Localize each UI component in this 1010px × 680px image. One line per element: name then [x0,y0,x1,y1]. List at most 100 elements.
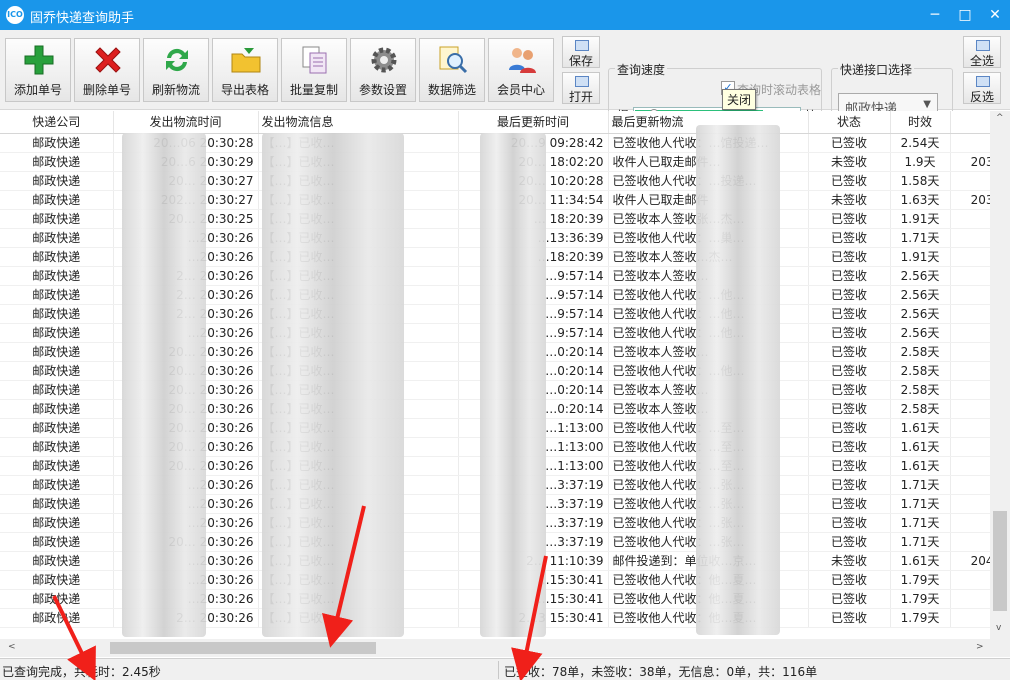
table-row[interactable]: 邮政快递 20… 20:30:25 【…】已收…… 18:20:39 已签收本人签收张… [0,209,990,229]
cell-duration: 1.71天 [890,532,951,552]
column-header-extra[interactable] [950,111,990,134]
delete-number-button[interactable]: 删除单号 [74,38,140,102]
cell-update-time: …9:57:14 [458,323,609,343]
cell-company: 邮政快递 [0,380,114,400]
select-all-button[interactable]: 全选 [963,36,1001,68]
table-row[interactable]: 邮政快递 20… 20:30:26 【…】已收… …1:13:00 已签收他人代收：…至… [0,456,990,476]
save-button[interactable]: 保存 [562,36,600,68]
table-row[interactable]: 邮政快递 20… 20:30:26 【…】已收… …3:37:19 已签收他人代收：…张… [0,532,990,552]
table-row[interactable]: 邮政快递 20… 20:30:26 【…】已收… …0:20:14 已签收本人签收… 已签… [0,399,990,419]
add-number-button[interactable]: 添加单号 [5,38,71,102]
batch-copy-button[interactable]: 批量复制 [281,38,347,102]
scroll-left-icon[interactable]: < [8,642,16,652]
open-button[interactable]: 打开 [562,72,600,104]
cell-sent-time: 20… 20:30:25 [113,209,259,229]
cell-status: 已签收 [808,399,891,419]
cell-update-info: 已签收他人代收：他…夏… [608,608,809,628]
cell-update-info: 已签收他人代收：…他… [608,304,809,324]
cell-sent-time: 2… 20:30:26 [113,304,259,324]
table-row[interactable]: 邮政快递 20…6 20:30:29 【…】已收… 20… 18:02:20 收件人已取… [0,152,990,172]
column-header-company[interactable]: 快递公司 [0,111,114,134]
data-filter-button[interactable]: 数据筛选 [419,38,485,102]
table-row[interactable]: 邮政快递 …20:30:26 【…】已收… …18:20:39 已签收本人签收…杰… 已签… [0,247,990,267]
cell-update-info: 已签收本人签收…杰… [608,247,809,267]
table-row[interactable]: 邮政快递 202… 20:30:27 【…】已收… 20… 11:34:54 收件人已取… [0,190,990,210]
cell-update-info: 已签收他人代收：…至… [608,418,809,438]
table-row[interactable]: 邮政快递 2… 20:30:26 【…】已收… …9:57:14 已签收他人代收：…他…… [0,304,990,324]
table-row[interactable]: 邮政快递 …20:30:26 【…】已收… …9:57:14 已签收他人代收：…他… 已签… [0,323,990,343]
table-row[interactable]: 邮政快递 20… 20:30:26 【…】已收… …1:13:00 已签收他人代收：…至… [0,418,990,438]
table-row[interactable]: 邮政快递 …20:30:26 【…】已收… …3:37:19 已签收他人代收：…张… 已签… [0,475,990,495]
scroll-right-icon[interactable]: > [976,642,984,652]
invert-selection-button[interactable]: 反选 [963,72,1001,104]
cell-duration: 1.58天 [890,171,951,191]
table-row[interactable]: 邮政快递 20… 20:30:26 【…】已收… …0:20:14 已签收他人代收：…他… [0,361,990,381]
refresh-logistics-button[interactable]: 刷新物流 [143,38,209,102]
cell-update-time: …0:20:14 [458,361,609,381]
table-row[interactable]: 邮政快递 20…06 20:30:28 【…】已收… 20…9 09:28:42 已签收… [0,133,990,153]
table-row[interactable]: 邮政快递 2… 20:30:26 【…】已收… …9:57:14 已签收本人签收… 已签收… [0,266,990,286]
cell-duration: 2.56天 [890,266,951,286]
cell-extra: E [950,133,990,153]
scroll-up-icon[interactable]: ^ [996,113,1004,123]
cell-duration: 2.54天 [890,133,951,153]
refresh-icon [166,48,188,72]
table-row[interactable]: 邮政快递 …20:30:26 【…】已收… 2… 11:10:39 邮件投递到：单位收…… [0,551,990,571]
table-row[interactable]: 邮政快递 …20:30:26 【…】已收… …15:30:41 已签收他人代收：他…夏…… [0,589,990,609]
column-header-update-time[interactable]: 最后更新时间 [458,111,609,134]
save-icon [575,40,589,51]
cell-duration: 1.71天 [890,228,951,248]
cell-extra: E [950,171,990,191]
toolbar: 添加单号 删除单号 刷新物流 导出表格 批量复制 参数设置 数据筛选 会员中心 … [0,30,1010,132]
export-table-button[interactable]: 导出表格 [212,38,278,102]
cell-company: 邮政快递 [0,513,114,533]
close-button[interactable]: ✕ [980,2,1010,28]
cell-update-time: …1:13:00 [458,456,609,476]
column-header-duration[interactable]: 时效 [890,111,951,134]
column-header-sent-info[interactable]: 发出物流信息 [258,111,459,134]
table-row[interactable]: 邮政快递 …20:30:26 【…】已收… …15:30:41 已签收他人代收：他…夏…… [0,570,990,590]
cell-duration: 1.71天 [890,513,951,533]
horizontal-scrollbar[interactable]: < > [0,639,1010,657]
cell-sent-info: 【…】已收… [258,323,459,343]
column-header-status[interactable]: 状态 [808,111,891,134]
table-row[interactable]: 邮政快递 …20:30:26 【…】已收… …13:36:39 已签收他人代收：…巢… 已… [0,228,990,248]
table-row[interactable]: 邮政快递 …20:30:26 【…】已收… …3:37:19 已签收他人代收：…张… 已签… [0,513,990,533]
cell-sent-info: 【…】已收… [258,361,459,381]
table-row[interactable]: 邮政快递 20… 20:30:26 【…】已收… …0:20:14 已签收本人签收… 已签… [0,342,990,362]
table-row[interactable]: 邮政快递 2… 20:30:26 【…】已收… …9:57:14 已签收他人代收：…他…… [0,285,990,305]
table-row[interactable]: 邮政快递 …20:30:26 【…】已收… …3:37:19 已签收他人代收：…张… 已签… [0,494,990,514]
cell-update-info: 已签收本人签收… [608,342,809,362]
table-row[interactable]: 邮政快递 20… 20:30:27 【…】已收… 20… 10:20:28 已签收他人代… [0,171,990,191]
maximize-button[interactable]: □ [950,2,980,28]
scroll-down-icon[interactable]: v [996,623,1001,633]
settings-button[interactable]: 参数设置 [350,38,416,102]
cell-update-info: 已签收他人代收：…他… [608,323,809,343]
cell-status: 已签收 [808,361,891,381]
cell-status: 已签收 [808,304,891,324]
table-row[interactable]: 邮政快递 2… 20:30:26 【…】已收… 2…3 15:30:41 已签收他人代收… [0,608,990,628]
cell-sent-time: 2… 20:30:26 [113,608,259,628]
column-header-update-info[interactable]: 最后更新物流 [608,111,809,134]
cell-update-time: …0:20:14 [458,380,609,400]
cell-sent-time: …20:30:26 [113,570,259,590]
table-row[interactable]: 邮政快递 20… 20:30:26 【…】已收… …1:13:00 已签收他人代收：…至… [0,437,990,457]
member-center-button[interactable]: 会员中心 [488,38,554,102]
cell-duration: 1.71天 [890,475,951,495]
cell-extra: E [950,228,990,248]
minimize-button[interactable]: ─ [920,2,950,28]
cell-status: 已签收 [808,209,891,229]
column-header-sent-time[interactable]: 发出物流时间 [113,111,259,134]
vertical-scrollbar[interactable]: ^ v [990,111,1010,639]
cell-sent-info: 【…】已收… [258,171,459,191]
tooltip: 关闭 [722,89,757,110]
horizontal-scroll-thumb[interactable] [110,642,376,654]
cell-update-time: …1:13:00 [458,437,609,457]
cell-update-time: 20… 11:34:54 [458,190,609,210]
add-plus-icon [24,45,54,75]
table-row[interactable]: 邮政快递 20… 20:30:26 【…】已收… …0:20:14 已签收本人签收… 已签… [0,380,990,400]
cell-status: 未签收 [808,152,891,172]
cell-update-info: 已签收他人代收：…至… [608,437,809,457]
tracking-table[interactable]: 快递公司 发出物流时间 发出物流信息 最后更新时间 最后更新物流 状态 时效 邮… [0,111,990,639]
vertical-scroll-thumb[interactable] [993,511,1007,611]
